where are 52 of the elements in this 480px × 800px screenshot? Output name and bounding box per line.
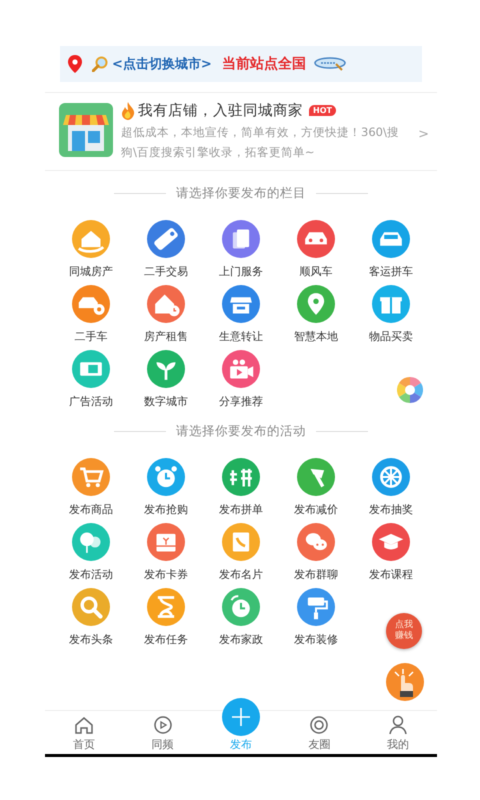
category-item[interactable]: 发布头条 bbox=[54, 588, 128, 647]
category-item[interactable]: 发布任务 bbox=[128, 588, 204, 647]
category-item[interactable]: 分享推荐 bbox=[204, 350, 278, 409]
aperture-icon[interactable] bbox=[397, 377, 423, 403]
category-item[interactable]: 二手交易 bbox=[128, 220, 204, 279]
category-item[interactable]: 发布课程 bbox=[354, 523, 428, 582]
category-item[interactable]: 客运拼车 bbox=[354, 220, 428, 279]
magnifier-icon bbox=[92, 56, 108, 72]
location-pin-icon bbox=[68, 55, 82, 73]
category-item[interactable]: 发布抽奖 bbox=[354, 458, 428, 517]
tab-item[interactable]: 同频 bbox=[123, 711, 202, 754]
category-item[interactable]: 发布装修 bbox=[278, 588, 354, 647]
flame-icon bbox=[121, 102, 135, 120]
category-item[interactable]: 房产租售 bbox=[128, 285, 204, 344]
chevron-icon: > bbox=[418, 127, 429, 142]
category-item[interactable]: 数字城市 bbox=[128, 350, 204, 409]
play-circle-icon bbox=[152, 714, 174, 736]
home-icon bbox=[73, 714, 96, 736]
category-item[interactable]: 广告活动 bbox=[54, 350, 128, 409]
category-item[interactable]: 发布卡券 bbox=[128, 523, 204, 582]
category-item[interactable]: 发布拼单 bbox=[204, 458, 278, 517]
category-item[interactable]: 发布抢购 bbox=[128, 458, 204, 517]
tab-item[interactable]: 我的 bbox=[358, 711, 437, 754]
category-item[interactable]: 发布商品 bbox=[54, 458, 128, 517]
hot-badge: HOT bbox=[309, 105, 336, 116]
category-item[interactable]: 发布群聊 bbox=[278, 523, 354, 582]
category-item[interactable]: 同城房产 bbox=[54, 220, 128, 279]
category-item[interactable]: 二手车 bbox=[54, 285, 128, 344]
storefront-icon bbox=[59, 103, 113, 157]
card-title: 我有店铺，入驻同城商家 bbox=[138, 102, 303, 120]
category-item[interactable]: 发布名片 bbox=[204, 523, 278, 582]
category-item[interactable]: 发布减价 bbox=[278, 458, 354, 517]
merchant-card[interactable]: 我有店铺，入驻同城商家 HOT 超低成本，本地宣传，简单有效，方便快捷！360\搜狗\百度搜索引擎收录，拓客更简单~ > bbox=[45, 92, 437, 171]
person-icon bbox=[386, 714, 409, 736]
pointing-hand-icon[interactable] bbox=[386, 663, 424, 701]
category-item[interactable]: 智慧本地 bbox=[278, 285, 354, 344]
tab-item[interactable]: 首页 bbox=[45, 711, 124, 754]
category-item[interactable]: 发布活动 bbox=[54, 523, 128, 582]
current-site-text: 当前站点全国 bbox=[222, 55, 306, 73]
plus-icon bbox=[222, 698, 260, 736]
category-item[interactable]: 顺风车 bbox=[278, 220, 354, 279]
search-badge-icon bbox=[314, 57, 346, 71]
category-item[interactable]: 物品买卖 bbox=[354, 285, 428, 344]
card-description: 超低成本，本地宣传，简单有效，方便快捷！360\搜狗\百度搜索引擎收录，拓客更简单~ bbox=[121, 124, 400, 161]
category-item[interactable]: 生意转让 bbox=[204, 285, 278, 344]
switch-city-link[interactable]: <点击切换城市> bbox=[112, 55, 212, 73]
target-icon bbox=[308, 714, 330, 736]
category-item[interactable]: 发布家政 bbox=[204, 588, 278, 647]
section-title: 请选择你要发布的栏目 bbox=[176, 185, 306, 202]
category-item[interactable]: 上门服务 bbox=[204, 220, 278, 279]
tab-item[interactable]: 友圈 bbox=[280, 711, 359, 754]
section-title: 请选择你要发布的活动 bbox=[176, 423, 306, 440]
